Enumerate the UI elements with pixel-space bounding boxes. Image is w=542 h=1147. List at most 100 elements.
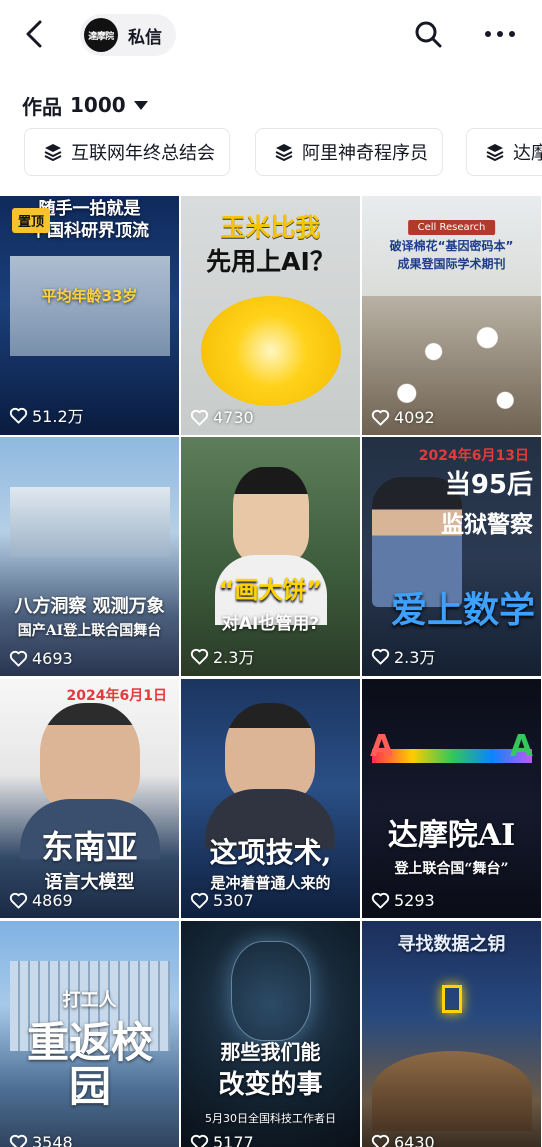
- pinned-badge: 置顶: [12, 208, 51, 233]
- video-tile[interactable]: 2024年6月1日 东南亚 语言大模型 4869: [0, 679, 179, 918]
- video-tile[interactable]: 寻找数据之钥 6430: [362, 921, 541, 1147]
- video-title-line1: 当95后: [444, 470, 533, 500]
- heart-icon: [190, 892, 209, 909]
- like-count-value: 4693: [32, 649, 73, 668]
- ai-logo-right: A: [509, 729, 533, 764]
- like-count: 5177: [190, 1133, 254, 1147]
- caret-down-icon: [133, 100, 148, 110]
- heart-icon: [190, 648, 209, 665]
- heart-icon: [190, 409, 209, 426]
- search-icon[interactable]: [412, 18, 444, 50]
- collection-chip[interactable]: 阿里神奇程序员: [255, 128, 443, 176]
- like-count-value: 4869: [32, 891, 73, 910]
- video-tile[interactable]: 随手一拍就是 中国科研界顶流 平均年龄33岁 置顶 51.2万: [0, 196, 179, 435]
- video-title-line2: 是冲着普通人来的: [210, 874, 331, 892]
- video-tile[interactable]: “画大饼” 对AI也管用? 2.3万: [181, 437, 360, 676]
- like-count: 5293: [371, 891, 435, 910]
- stage-light-strip: [372, 749, 532, 763]
- like-count-value: 4730: [213, 408, 254, 427]
- account-logo: 達摩院: [84, 18, 118, 52]
- collections-row: 互联网年终总结会 阿里神奇程序员 达摩: [0, 128, 542, 176]
- like-count: 2.3万: [190, 644, 254, 668]
- like-count: 4730: [190, 408, 254, 427]
- video-title-line1: 破译棉花“基因密码本”: [389, 239, 514, 253]
- video-tile[interactable]: 玉米比我 先用上AI？ 4730: [181, 196, 360, 435]
- video-thumbnail-photo: [10, 256, 170, 356]
- like-count: 51.2万: [9, 403, 84, 427]
- video-title-line2: 国产AI登上联合国舞台: [17, 623, 162, 639]
- account-chip[interactable]: 達摩院 私信: [80, 14, 176, 56]
- video-title-line3: 爱上数学: [390, 590, 535, 631]
- video-title-line1: 打工人: [62, 990, 117, 1011]
- video-tag: Cell Research: [407, 220, 496, 235]
- like-count-value: 5293: [394, 891, 435, 910]
- like-count-value: 2.3万: [394, 648, 436, 667]
- like-count-value: 5307: [213, 891, 254, 910]
- video-title-line1: 东南亚: [41, 828, 138, 866]
- video-title-line2: 成果登国际学术期刊: [397, 257, 506, 271]
- like-count: 5307: [190, 891, 254, 910]
- video-title-line2: 监狱警察: [441, 512, 533, 538]
- ai-logo-left: A: [370, 729, 394, 764]
- video-tile[interactable]: 八方洞察 观测万象 国产AI登上联合国舞台 4693: [0, 437, 179, 676]
- video-title-line1: 这项技术,: [209, 836, 332, 869]
- like-count-value: 51.2万: [32, 407, 84, 426]
- video-tile[interactable]: 那些我们能 改变的事 5月30日全国科技工作者日 5177: [181, 921, 360, 1147]
- heart-icon: [9, 407, 28, 424]
- works-label: 作品: [22, 94, 62, 119]
- video-title-line1: “画大饼”: [218, 576, 323, 604]
- collection-label: 达摩: [513, 143, 542, 164]
- video-title-line2: 先用上AI？: [206, 247, 335, 276]
- video-tile[interactable]: Cell Research 破译棉花“基因密码本” 成果登国际学术期刊 4092: [362, 196, 541, 435]
- video-tile[interactable]: 这项技术, 是冲着普通人来的 5307: [181, 679, 360, 918]
- person-photo: [40, 703, 140, 813]
- heart-icon: [9, 1134, 28, 1147]
- video-title-line3: 5月30日全国科技工作者日: [205, 1112, 336, 1125]
- more-horizontal-icon[interactable]: [482, 20, 518, 48]
- like-count: 4869: [9, 891, 73, 910]
- key-frame-icon: [442, 985, 462, 1013]
- video-tile[interactable]: 打工人 重返校园 3548: [0, 921, 179, 1147]
- person-photo: [233, 467, 309, 563]
- video-tile[interactable]: 2024年6月13日 当95后 监狱警察 爱上数学 2.3万: [362, 437, 541, 676]
- video-title-line1: 达摩院AI: [387, 818, 516, 853]
- video-badge: 平均年龄33岁: [41, 287, 138, 305]
- wireframe-figure: [231, 941, 311, 1041]
- collection-chip[interactable]: 达摩: [466, 128, 542, 176]
- video-title-line1: 寻找数据之钥: [397, 934, 506, 955]
- like-count-value: 2.3万: [213, 648, 255, 667]
- video-title-line2: 登上联合国“舞台”: [394, 861, 509, 877]
- like-count: 2.3万: [371, 644, 435, 668]
- like-count: 3548: [9, 1133, 73, 1147]
- message-label: 私信: [128, 27, 162, 48]
- heart-icon: [371, 648, 390, 665]
- video-title-line1: 那些我们能: [220, 1040, 321, 1064]
- video-title-line2: 重返校园: [26, 1018, 153, 1112]
- layers-icon: [44, 144, 62, 162]
- like-count: 4092: [371, 408, 435, 427]
- top-bar: 達摩院 私信: [0, 0, 542, 72]
- like-count-value: 4092: [394, 408, 435, 427]
- heart-icon: [9, 650, 28, 667]
- video-date: 2024年6月13日: [418, 448, 529, 464]
- video-title-line2: 对AI也管用?: [221, 614, 320, 634]
- like-count: 6430: [371, 1133, 435, 1147]
- video-title-line1: 八方洞察 观测万象: [14, 596, 165, 617]
- heart-icon: [190, 1134, 209, 1147]
- like-count-value: 3548: [32, 1133, 73, 1147]
- heart-icon: [9, 892, 28, 909]
- chevron-left-icon[interactable]: [18, 16, 54, 52]
- corn-image: [201, 296, 341, 406]
- rock-island-image: [372, 1051, 532, 1131]
- collection-chip[interactable]: 互联网年终总结会: [24, 128, 230, 176]
- works-selector[interactable]: 作品 1000: [22, 88, 148, 122]
- like-count-value: 5177: [213, 1133, 254, 1147]
- video-title-line2: 改变的事: [218, 1070, 323, 1100]
- video-tile[interactable]: A A 达摩院AI 登上联合国“舞台” 5293: [362, 679, 541, 918]
- like-count-value: 6430: [394, 1133, 435, 1147]
- like-count: 4693: [9, 649, 73, 668]
- collection-label: 阿里神奇程序员: [302, 143, 428, 164]
- works-count: 1000: [70, 93, 126, 117]
- heart-icon: [371, 409, 390, 426]
- video-title-line1: 玉米比我: [220, 213, 321, 242]
